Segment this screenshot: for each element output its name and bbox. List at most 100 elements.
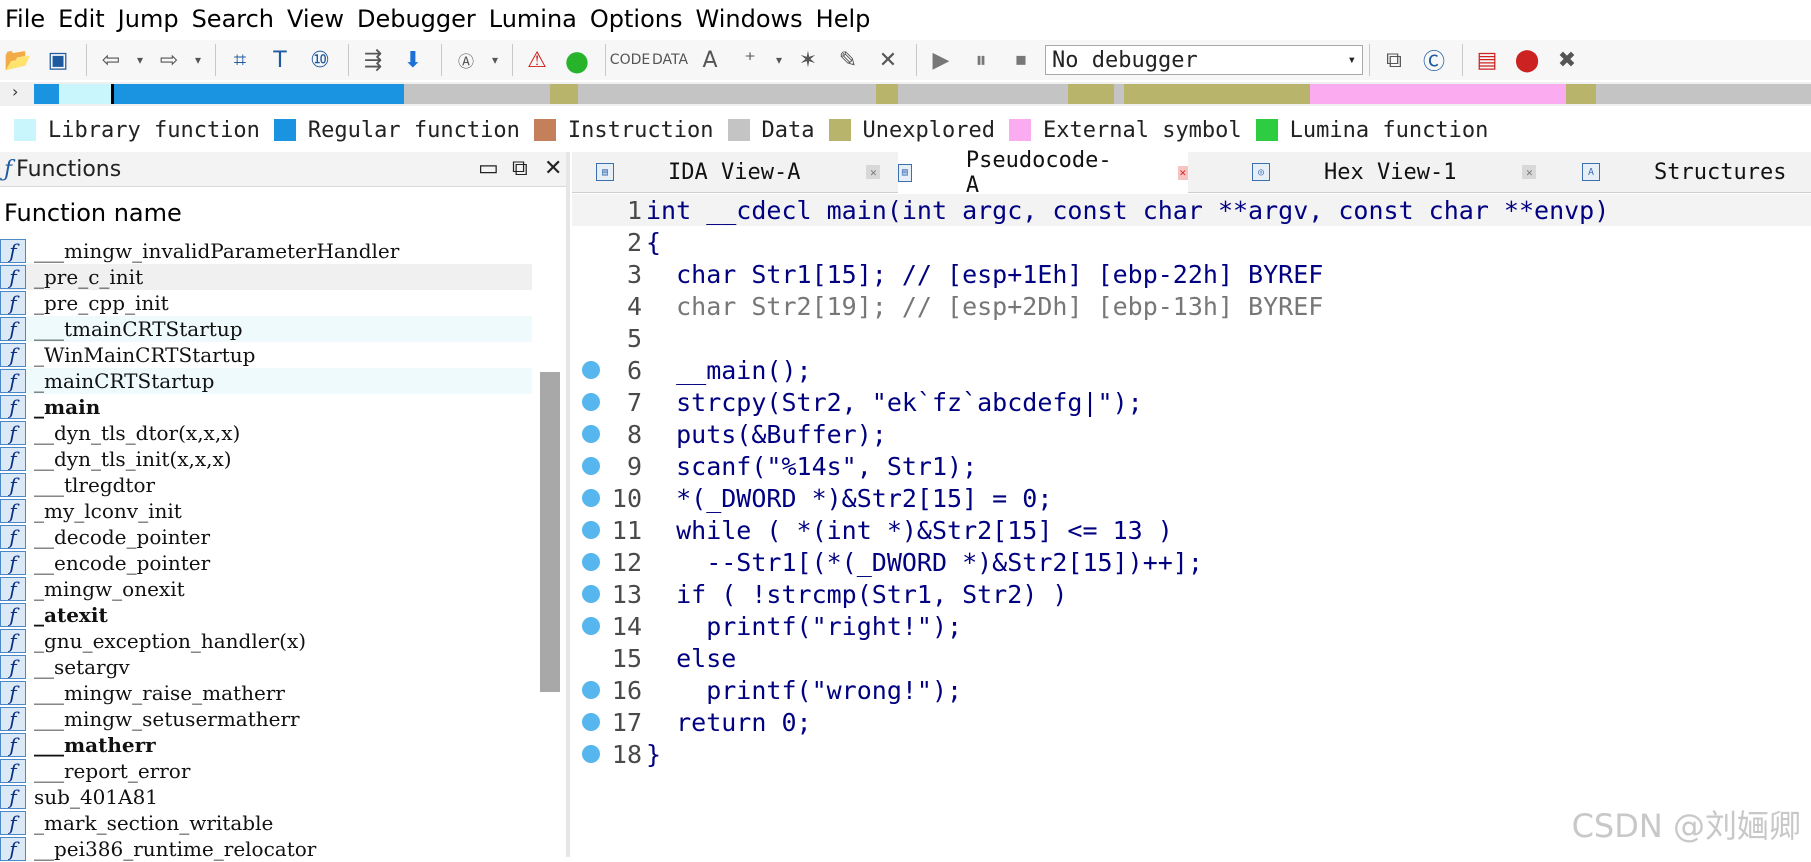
breakpoint-dot-icon[interactable] (582, 425, 600, 443)
code-icon[interactable]: CODE (610, 42, 650, 78)
breakpoint-dot-icon[interactable] (582, 457, 600, 475)
code-line[interactable]: 3 char Str1[15]; // [esp+1Eh] [ebp-22h] … (572, 258, 1811, 290)
code-line[interactable]: 16 printf("wrong!"); (572, 674, 1811, 706)
rename-icon[interactable]: ✎ (830, 42, 866, 78)
breakpoint-dot-icon[interactable] (582, 585, 600, 603)
function-row[interactable]: f __dyn_tls_init(x,x,x) (0, 446, 532, 472)
breakpoint-dot-icon[interactable] (582, 681, 600, 699)
function-row[interactable]: f ___mingw_setusermatherr (0, 706, 532, 732)
back-icon[interactable]: ⇦ (93, 42, 129, 78)
pane-splitter[interactable] (566, 152, 570, 857)
breakpoint-dot-icon[interactable] (582, 713, 600, 731)
code-line[interactable]: 14 printf("right!"); (572, 610, 1811, 642)
tools-icon[interactable]: ✖ (1549, 42, 1585, 78)
chevron-down-icon[interactable]: ▾ (191, 42, 205, 78)
tab-hex-view-1[interactable]: ◎ Hex View-1 ✕ (1252, 152, 1542, 192)
code-line[interactable]: 9 scanf("%14s", Str1); (572, 450, 1811, 482)
menu-search[interactable]: Search (187, 5, 282, 33)
string-icon[interactable]: A (692, 42, 728, 78)
menu-file[interactable]: File (0, 5, 53, 33)
code-line[interactable]: 6 __main(); (572, 354, 1811, 386)
code-line[interactable]: 4 char Str2[19]; // [esp+2Dh] [ebp-13h] … (572, 290, 1811, 322)
code-line[interactable]: 2 { (572, 226, 1811, 258)
function-name-header[interactable]: Function name (0, 194, 540, 232)
menu-help[interactable]: Help (811, 5, 879, 33)
pause-icon[interactable]: ⏸ (963, 42, 999, 78)
function-row[interactable]: f __decode_pointer (0, 524, 532, 550)
data-icon[interactable]: DATA (652, 42, 688, 78)
function-row[interactable]: f _pre_c_init (0, 264, 532, 290)
code-line[interactable]: 17 return 0; (572, 706, 1811, 738)
save-icon[interactable]: ▣ (40, 42, 76, 78)
debugger-select[interactable]: No debugger ▾ (1045, 45, 1363, 75)
search-text-icon[interactable]: T (262, 42, 298, 78)
tab-pseudocode-a[interactable]: ▤ Pseudocode-A ✕ (898, 148, 1188, 198)
function-row[interactable]: f _gnu_exception_handler(x) (0, 628, 532, 654)
function-row[interactable]: f sub_401A81 (0, 784, 532, 810)
search-immediate-icon[interactable]: ⑩ (302, 42, 338, 78)
code-line[interactable]: 1 int __cdecl main(int argc, const char … (572, 194, 1811, 226)
open-icon[interactable]: 📂 (0, 42, 36, 78)
offset-icon[interactable]: ⁺ (732, 42, 768, 78)
function-row[interactable]: f _atexit (0, 602, 532, 628)
code-line[interactable]: 7 strcpy(Str2, "ek`fz`abcdefg|"); (572, 386, 1811, 418)
function-row[interactable]: f ___mingw_raise_matherr (0, 680, 532, 706)
chevron-right-icon[interactable]: › (12, 82, 18, 101)
function-row[interactable]: f _mainCRTStartup (0, 368, 532, 394)
tab-structures[interactable]: A Structures (1582, 152, 1810, 192)
close-tab-icon[interactable]: ✕ (866, 165, 881, 179)
ascii-icon[interactable]: Ⓐ (448, 42, 484, 78)
function-row[interactable]: f __pei386_runtime_relocator (0, 836, 532, 862)
breakpoint-dot-icon[interactable] (582, 745, 600, 763)
chevron-down-icon[interactable]: ▾ (488, 42, 502, 78)
code-line[interactable]: 18 } (572, 738, 1811, 770)
function-row[interactable]: f __setargv (0, 654, 532, 680)
function-row[interactable]: f ___tmainCRTStartup (0, 316, 532, 342)
undefine-icon[interactable]: ✕ (870, 42, 906, 78)
function-row[interactable]: f __encode_pointer (0, 550, 532, 576)
download-icon[interactable]: ⬇ (395, 42, 431, 78)
search-binary-icon[interactable]: ⌗ (222, 42, 258, 78)
maximize-icon[interactable]: ▭ (478, 156, 499, 181)
pseudocode-view[interactable]: 1 int __cdecl main(int argc, const char … (572, 194, 1811, 857)
function-row[interactable]: f _main (0, 394, 532, 420)
code-line[interactable]: 11 while ( *(int *)&Str2[15] <= 13 ) (572, 514, 1811, 546)
close-tab-icon[interactable]: ✕ (1177, 165, 1188, 180)
menu-debugger[interactable]: Debugger (352, 5, 484, 33)
xref-icon[interactable]: ▤ (1469, 42, 1505, 78)
stop-icon[interactable]: ⏹ (1003, 42, 1039, 78)
function-row[interactable]: f ___tlregdtor (0, 472, 532, 498)
menu-windows[interactable]: Windows (691, 5, 811, 33)
forward-icon[interactable]: ⇨ (151, 42, 187, 78)
breakpoint-dot-icon[interactable] (582, 617, 600, 635)
play-icon[interactable]: ▶ (923, 42, 959, 78)
menu-view[interactable]: View (282, 5, 352, 33)
jump-icon[interactable]: ⇶ (355, 42, 391, 78)
function-row[interactable]: f __dyn_tls_dtor(x,x,x) (0, 420, 532, 446)
code-line[interactable]: 13 if ( !strcmp(Str1, Str2) ) (572, 578, 1811, 610)
functions-scrollbar-thumb[interactable] (540, 372, 560, 692)
tab-ida-view-a[interactable]: ▤ IDA View-A ✕ (596, 152, 886, 192)
struct-icon[interactable]: ✶ (790, 42, 826, 78)
pseudocode-icon[interactable]: Ⓒ (1416, 42, 1452, 78)
green-circle-icon[interactable]: ● (559, 42, 595, 78)
code-line[interactable]: 8 puts(&Buffer); (572, 418, 1811, 450)
chevron-down-icon[interactable]: ▾ (133, 42, 147, 78)
menu-lumina[interactable]: Lumina (484, 5, 585, 33)
function-row[interactable]: f _my_lconv_init (0, 498, 532, 524)
chevron-down-icon[interactable]: ▾ (772, 42, 786, 78)
function-row[interactable]: f ___report_error (0, 758, 532, 784)
breakpoint-dot-icon[interactable] (582, 489, 600, 507)
breakpoint-dot-icon[interactable] (582, 393, 600, 411)
menu-options[interactable]: Options (585, 5, 691, 33)
code-line[interactable]: 15 else (572, 642, 1811, 674)
warning-icon[interactable]: ⚠ (519, 42, 555, 78)
function-row[interactable]: f ___mingw_invalidParameterHandler (0, 238, 532, 264)
close-tab-icon[interactable]: ✕ (1522, 165, 1537, 179)
navigation-bar[interactable] (34, 84, 1811, 104)
function-row[interactable]: f ___matherr (0, 732, 532, 758)
code-line[interactable]: 12 --Str1[(*(_DWORD *)&Str2[15])++]; (572, 546, 1811, 578)
function-row[interactable]: f _mark_section_writable (0, 810, 532, 836)
function-row[interactable]: f _pre_cpp_init (0, 290, 532, 316)
breakpoint-dot-icon[interactable] (582, 553, 600, 571)
